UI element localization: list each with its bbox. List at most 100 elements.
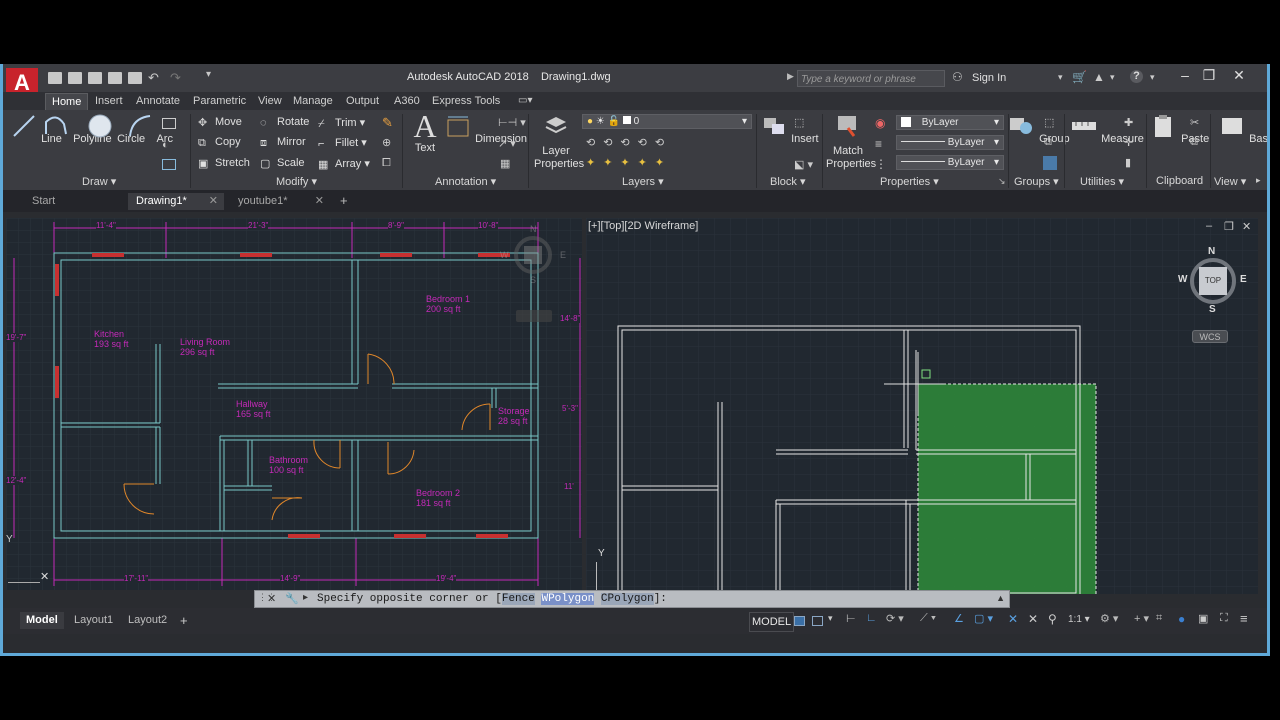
insert-button[interactable]: Insert	[760, 114, 819, 145]
customization-menu-icon[interactable]: ≡	[1240, 611, 1248, 626]
qat-dropdown-icon[interactable]: ▾	[206, 69, 211, 80]
line-button[interactable]: Line	[10, 114, 62, 145]
chevron-up-icon[interactable]: ▲	[996, 593, 1005, 603]
compass-w[interactable]: W	[1178, 274, 1187, 285]
ortho-icon[interactable]: ∟	[866, 612, 877, 624]
minimize-icon[interactable]: –	[1172, 67, 1198, 83]
tab-parametric[interactable]: Parametric	[193, 95, 246, 107]
clipboard-panel-title[interactable]: Clipboard	[1156, 175, 1203, 187]
tab-youtube1[interactable]: youtube1* ✕	[230, 193, 330, 210]
cut-icon[interactable]: ✂	[1190, 116, 1199, 129]
annotation-monitor-icon[interactable]: + ▾	[1134, 612, 1149, 625]
offset-icon[interactable]: ⧠	[382, 157, 391, 170]
wcs-badge[interactable]: WCS	[1192, 330, 1228, 343]
ribbon-scroll-icon[interactable]: ▸	[1256, 175, 1261, 186]
tab-output[interactable]: Output	[346, 95, 379, 107]
model-space-button[interactable]: MODEL	[749, 612, 795, 632]
linetype-icon[interactable]: ⋮	[875, 157, 887, 171]
ribbon-minimize-icon[interactable]: ▭▾	[518, 95, 532, 106]
color-dropdown[interactable]: ByLayer ▾	[896, 115, 1004, 130]
maximize-icon[interactable]: ❐	[1196, 67, 1222, 84]
tab-insert[interactable]: Insert	[95, 95, 123, 107]
annotation-panel-title[interactable]: Annotation ▾	[435, 175, 496, 188]
viewport-restore-icon[interactable]: ❐	[1224, 220, 1234, 233]
text-button[interactable]: A Text	[410, 110, 440, 154]
help-icon[interactable]: ?	[1130, 70, 1143, 83]
undo-icon[interactable]: ↶	[148, 70, 159, 86]
group-edit-icon[interactable]: ⧉	[1044, 136, 1052, 149]
id-point-icon[interactable]: ✛	[1124, 136, 1133, 149]
print-icon[interactable]	[128, 72, 142, 84]
save-icon[interactable]	[88, 72, 102, 84]
auto-scale-icon[interactable]: ✕	[1028, 612, 1038, 626]
tab-express-tools[interactable]: Express Tools	[432, 95, 500, 107]
annotation-scale-icon[interactable]: ⚲	[1048, 612, 1057, 626]
tab-manage[interactable]: Manage	[293, 95, 333, 107]
tab-drawing1[interactable]: Drawing1* ✕	[128, 193, 224, 210]
wrench-icon[interactable]: 🔧	[285, 592, 299, 605]
draw-panel-title[interactable]: Draw ▾	[82, 175, 116, 188]
groups-panel-title[interactable]: Groups ▾	[1014, 175, 1059, 188]
view-panel-title[interactable]: View ▾	[1214, 175, 1246, 188]
workspace-icon[interactable]: ⚙ ▾	[1100, 612, 1118, 625]
layer-dropdown[interactable]: ● ☀ 🔓 0 ▾	[582, 114, 752, 129]
close-tab-icon[interactable]: ✕	[209, 193, 218, 210]
annotation-scale-value[interactable]: 1:1 ▾	[1068, 614, 1090, 625]
units-icon[interactable]: ⌗	[1156, 612, 1162, 625]
dimension-button[interactable]: Dimension	[444, 114, 527, 145]
object-snap-icon[interactable]: ▢ ▾	[974, 612, 993, 625]
quick-select-icon[interactable]: ✚	[1124, 116, 1133, 129]
help-dropdown-icon[interactable]: ▾	[1150, 72, 1155, 83]
mirror-button[interactable]: ⧈ Mirror	[260, 136, 306, 149]
copy-button[interactable]: ⧉ Copy	[198, 136, 241, 149]
explode-icon[interactable]: ⊕	[382, 136, 391, 149]
command-line[interactable]: ⋮⋮ ✕ 🔧 ▸ Specify opposite corner or [Fen…	[254, 590, 1010, 608]
move-button[interactable]: ✥ Move	[198, 116, 242, 129]
polar-icon[interactable]: ⟳ ▾	[886, 612, 904, 625]
stretch-button[interactable]: ▣ Stretch	[198, 157, 250, 170]
scale-button[interactable]: ▢ Scale	[260, 157, 305, 170]
a360-dropdown-icon[interactable]: ▾	[1110, 72, 1115, 83]
grid-toggle-icon[interactable]	[794, 616, 805, 626]
rotate-button[interactable]: ◌ Rotate	[260, 116, 309, 129]
search-expand-icon[interactable]: ▶	[787, 71, 794, 82]
sign-in-dropdown-icon[interactable]: ▾	[1058, 72, 1063, 83]
ungroup-icon[interactable]: ⬚	[1044, 116, 1054, 129]
layer-tools-row2[interactable]: ✦✦✦✦✦	[586, 156, 672, 169]
a360-icon[interactable]: ▲	[1093, 70, 1105, 84]
left-viewport[interactable]: Bedroom 1 200 sq ft Kitchen 193 sq ft Livi…	[6, 218, 582, 590]
compass-s[interactable]: S	[1209, 304, 1216, 315]
circle-button[interactable]: Circle	[86, 114, 145, 145]
infer-icon[interactable]: ⊢	[846, 612, 856, 625]
option-cpolygon[interactable]: CPolygon	[600, 593, 654, 605]
group-select-icon[interactable]	[1043, 156, 1057, 170]
isolate-objects-icon[interactable]: ●	[1178, 612, 1185, 626]
new-tab-icon[interactable]: +	[340, 193, 348, 208]
tab-a360[interactable]: A360	[394, 95, 420, 107]
layer-tools-row1[interactable]: ⟲⟲⟲⟲⟲	[586, 136, 672, 149]
viewcube-top-face[interactable]: TOP	[1199, 267, 1227, 295]
layer-properties-button[interactable]: Layer Properties	[534, 114, 584, 171]
compass-n[interactable]: N	[1208, 246, 1215, 257]
tab-view[interactable]: View	[258, 95, 282, 107]
trim-button[interactable]: ⌿ Trim ▾	[318, 116, 365, 130]
array-button[interactable]: ▦ Array ▾	[318, 157, 370, 171]
right-viewport[interactable]: [+][Top][2D Wireframe] – ❐ ✕ TOP N S E W…	[586, 218, 1258, 594]
erase-icon[interactable]: ✎	[382, 115, 393, 131]
viewcube[interactable]: TOP N S E W	[1178, 246, 1248, 315]
redo-icon[interactable]: ↷	[170, 70, 181, 86]
tab-layout1[interactable]: Layout1	[68, 612, 119, 629]
open-icon[interactable]	[68, 72, 82, 84]
linear-dim-icon[interactable]: ⊢⊣ ▾	[498, 116, 526, 129]
group-button[interactable]: Group	[1008, 114, 1070, 145]
option-wpolygon[interactable]: WPolygon	[541, 593, 595, 605]
tab-layout2[interactable]: Layout2	[122, 612, 173, 629]
close-command-icon[interactable]: ✕	[267, 592, 276, 605]
lineweight-icon[interactable]: ≡	[875, 137, 882, 151]
snap-dropdown-icon[interactable]: ▾	[828, 613, 833, 624]
compass-e[interactable]: E	[1240, 274, 1247, 285]
linetype-dropdown[interactable]: ByLayer ▾	[896, 135, 1004, 150]
measure-button[interactable]: Measure	[1070, 114, 1144, 145]
fillet-button[interactable]: ⌐ Fillet ▾	[318, 136, 367, 150]
isodraft-icon[interactable]: ⟋ ▾	[920, 612, 936, 625]
